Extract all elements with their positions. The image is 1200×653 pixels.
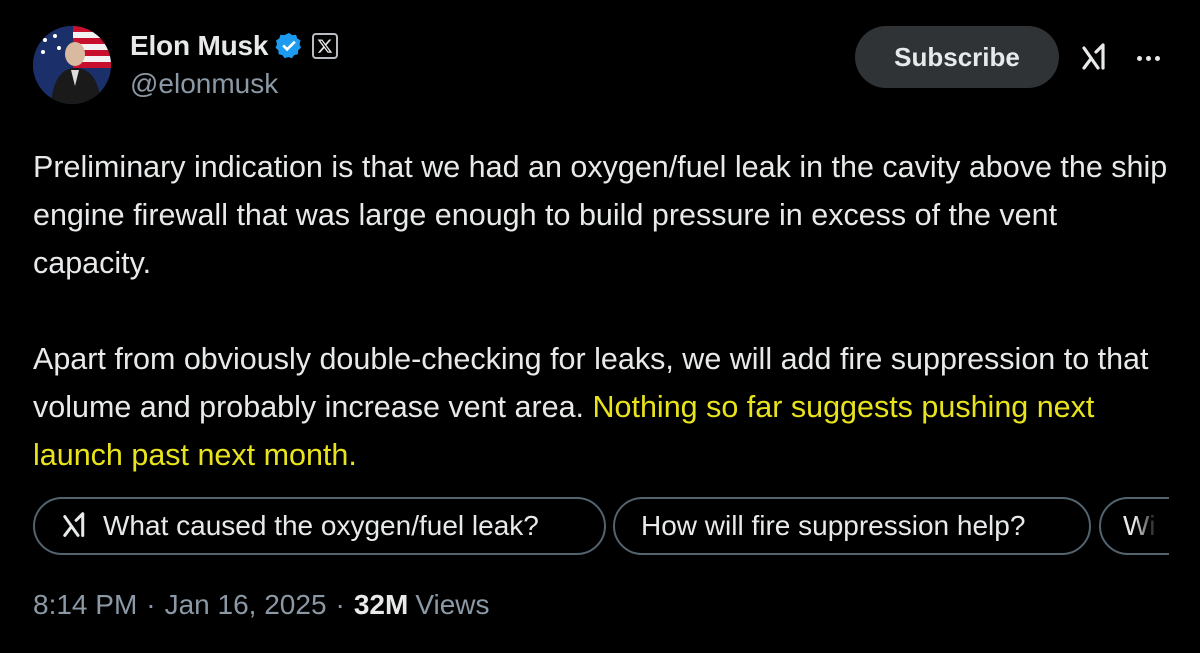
grok-suggestions: What caused the oxygen/fuel leak? How wi… [33, 497, 1169, 557]
author-block: Elon Musk @elonmusk [130, 28, 339, 100]
tweet-text: Preliminary indication is that we had an… [33, 143, 1173, 479]
avatar[interactable] [33, 26, 111, 104]
tweet-paragraph-1: Preliminary indication is that we had an… [33, 150, 1168, 280]
display-name[interactable]: Elon Musk [130, 30, 268, 62]
tweet-header: Elon Musk @elonmusk Subscribe [33, 26, 1168, 106]
suggestion-label: What caused the oxygen/fuel leak? [103, 510, 539, 541]
suggestion-chip-leak-cause[interactable]: What caused the oxygen/fuel leak? [33, 497, 606, 555]
views-count: 32M [353, 589, 409, 620]
tweet-paragraph-2: Apart from obviously double-checking for… [33, 335, 1173, 479]
grok-icon [61, 509, 95, 543]
suggestion-chip-partial[interactable]: Wil [1099, 497, 1169, 555]
name-row: Elon Musk [130, 28, 339, 64]
grok-icon[interactable] [1080, 40, 1116, 76]
subscribe-button[interactable]: Subscribe [855, 26, 1059, 88]
separator: · [146, 589, 156, 620]
suggestion-label: Wil [1123, 510, 1162, 541]
x-logo-icon[interactable] [312, 33, 339, 59]
avatar-image [33, 26, 111, 104]
separator: · [335, 589, 345, 620]
verified-badge-icon[interactable] [274, 31, 304, 61]
more-icon[interactable] [1130, 40, 1166, 76]
suggestion-chip-fire-suppression[interactable]: How will fire suppression help? [613, 497, 1091, 555]
author-handle[interactable]: @elonmusk [130, 68, 338, 100]
views-label: Views [415, 589, 490, 620]
tweet-date[interactable]: Jan 16, 2025 [165, 589, 327, 621]
tweet-meta: 8:14 PM · Jan 16, 2025 · 32M Views [33, 589, 490, 621]
tweet-time[interactable]: 8:14 PM [33, 589, 137, 621]
suggestion-label: How will fire suppression help? [641, 510, 1026, 541]
